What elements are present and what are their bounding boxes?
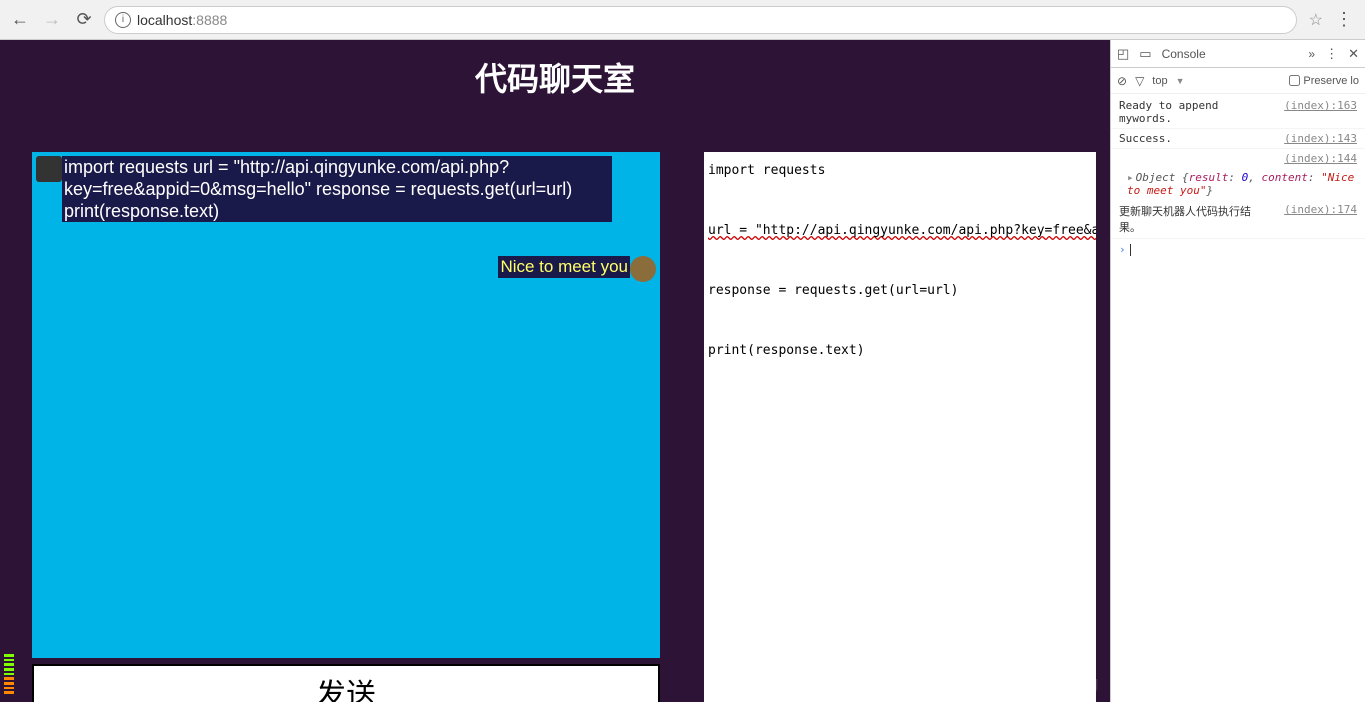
forward-button[interactable]: → [40, 8, 64, 32]
chat-panel: import requests url = "http://api.qingyu… [32, 152, 660, 658]
indicator-bars [4, 654, 14, 694]
tab-console[interactable]: Console [1162, 47, 1206, 61]
filter-icon[interactable]: ▽ [1135, 74, 1144, 88]
more-tabs-icon[interactable]: » [1308, 47, 1315, 61]
bot-avatar [630, 256, 656, 282]
log-source-link[interactable]: (index):144 [1284, 152, 1357, 165]
info-icon: i [115, 12, 131, 28]
context-selector[interactable]: top [1152, 75, 1167, 87]
console-log-row: 更新聊天机器人代码执行结果。 (index):174 [1111, 200, 1365, 239]
console-object-row[interactable]: ▸Object {result: 0, content: "Nice to me… [1111, 168, 1365, 200]
devtools-menu-icon[interactable]: ⋮ [1325, 46, 1338, 62]
reload-button[interactable]: ⟳ [72, 8, 96, 32]
console-prompt[interactable]: › [1111, 239, 1365, 260]
console-log-row: (index):144 [1111, 149, 1365, 168]
log-source-link[interactable]: (index):174 [1284, 203, 1357, 235]
url-port: :8888 [192, 12, 227, 28]
clear-console-icon[interactable]: ⊘ [1117, 74, 1127, 88]
inspect-icon[interactable]: ◰ [1117, 46, 1129, 62]
user-message-text: import requests url = "http://api.qingyu… [62, 156, 612, 222]
preserve-log-checkbox[interactable]: Preserve lo [1289, 75, 1359, 87]
address-bar[interactable]: i localhost:8888 [104, 6, 1297, 34]
console-output[interactable]: Ready to append mywords. (index):163 Suc… [1111, 94, 1365, 702]
log-source-link[interactable]: (index):143 [1284, 132, 1357, 145]
send-button[interactable]: 发送 [32, 664, 660, 702]
devtools-panel: ◰ ▭ Console » ⋮ ✕ ⊘ ▽ top ▼ Preserve lo … [1110, 40, 1365, 702]
page-title: 代码聊天室 [0, 40, 1110, 114]
url-host: localhost [137, 12, 192, 28]
bot-message-text: Nice to meet you [498, 256, 630, 278]
device-icon[interactable]: ▭ [1139, 46, 1151, 62]
devtools-close-icon[interactable]: ✕ [1348, 46, 1359, 62]
console-filter-bar: ⊘ ▽ top ▼ Preserve lo [1111, 68, 1365, 94]
devtools-tabs: ◰ ▭ Console » ⋮ ✕ [1111, 40, 1365, 68]
chat-message-user: import requests url = "http://api.qingyu… [32, 152, 660, 226]
console-log-row: Ready to append mywords. (index):163 [1111, 96, 1365, 129]
console-log-row: Success. (index):143 [1111, 129, 1365, 149]
back-button[interactable]: ← [8, 8, 32, 32]
watermark: http://blog.csdn.net/Marksinoberg [709, 673, 1100, 694]
chat-message-bot: Nice to meet you [32, 252, 660, 286]
page-content: 代码聊天室 import requests url = "http://api.… [0, 40, 1110, 702]
log-source-link[interactable]: (index):163 [1284, 99, 1357, 125]
bookmark-icon[interactable]: ☆ [1309, 10, 1323, 30]
browser-menu-icon[interactable]: ⋮ [1331, 9, 1357, 30]
browser-toolbar: ← → ⟳ i localhost:8888 ☆ ⋮ [0, 0, 1365, 40]
user-avatar [36, 156, 62, 182]
code-input[interactable]: import requests url = "http://api.qingyu… [704, 152, 1096, 702]
